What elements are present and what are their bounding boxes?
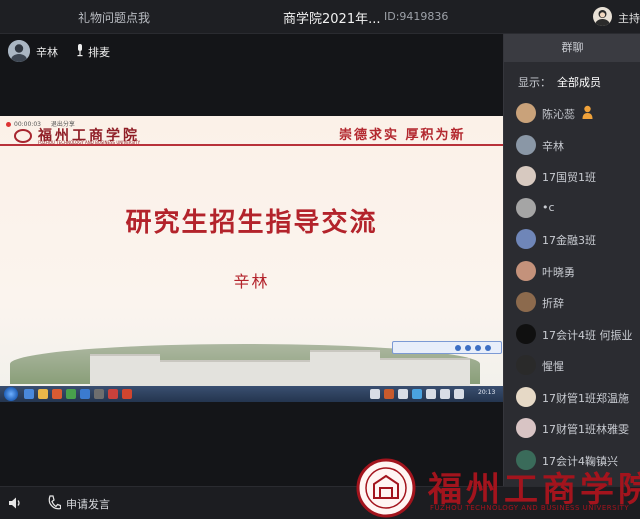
member-avatar[interactable] (516, 355, 536, 375)
meeting-title: 商学院2021年... (283, 12, 381, 27)
volume-tray-icon[interactable] (454, 389, 464, 399)
member-avatar[interactable] (516, 134, 536, 155)
member-name: 17财管1班林雅雯 (542, 423, 629, 436)
member-avatar[interactable] (516, 229, 536, 249)
notification-toolbar[interactable] (392, 341, 502, 354)
member-avatar[interactable] (516, 418, 536, 438)
app-icon[interactable] (94, 389, 104, 399)
mic-icon (77, 44, 83, 57)
top-bar: 礼物问题点我 商学院2021年... ID:9419836 主持 (0, 0, 640, 34)
apply-speak-button[interactable]: 申请发言 (66, 496, 110, 512)
shared-screen: 00:00:03 退出分享 福州工商学院 FUZHOU TECHNOLOGY A… (0, 116, 503, 402)
university-watermark: 福州工商学院 FUZHOU TECHNOLOGY AND BUSINESS UN… (356, 458, 640, 519)
member-avatar[interactable] (516, 323, 536, 344)
member-name: 惺惺 (542, 360, 564, 373)
member-item[interactable]: 叶晓勇 (516, 260, 640, 282)
slide-speaker: 辛林 (233, 272, 270, 291)
network-icon[interactable] (440, 389, 450, 399)
campus-building (310, 350, 380, 386)
member-name: 17财管1班郑温施 (542, 391, 629, 405)
slide-header-divider (0, 144, 503, 146)
record-dot-icon (6, 122, 11, 127)
member-name: 叶晓勇 (542, 265, 575, 279)
member-avatar[interactable] (516, 386, 536, 407)
toolbar-icon[interactable] (475, 345, 481, 351)
member-item[interactable]: 17金融3班 (516, 228, 640, 250)
member-item[interactable]: 辛林 (516, 134, 640, 156)
gift-help-link[interactable]: 礼物问题点我 (78, 9, 150, 26)
ie-icon[interactable] (24, 389, 34, 399)
start-icon[interactable] (4, 387, 18, 401)
member-avatar[interactable] (516, 292, 536, 312)
filter-label: 显示： (518, 76, 551, 89)
member-avatar[interactable] (516, 197, 536, 218)
member-name: 辛林 (542, 139, 564, 153)
app-icon[interactable] (80, 389, 90, 399)
member-name: 陈沁蕊 (542, 108, 575, 121)
member-name: 17会计4班 何振业 (542, 328, 633, 342)
app-icon[interactable] (52, 389, 62, 399)
member-name: 17国贸1班 (542, 171, 596, 184)
speaker-name: 辛林 (36, 46, 58, 59)
member-item[interactable]: 17国贸1班 (516, 165, 640, 187)
member-item[interactable]: 陈沁蕊 (516, 102, 640, 124)
recording-time: 00:00:03 (14, 121, 41, 128)
campus-building (90, 354, 160, 386)
app-icon[interactable] (108, 389, 118, 399)
speaker-strip: 辛林 排麦 (0, 34, 503, 68)
windows-taskbar: 20:13 (0, 386, 503, 402)
slide-motto: 崇德求实 厚积为新 (339, 128, 466, 143)
filter-value[interactable]: 全部成员 (557, 76, 601, 89)
member-filter[interactable]: 显示： 全部成员 (518, 74, 601, 90)
app-icon[interactable] (66, 389, 76, 399)
member-item[interactable]: 折辞 (516, 291, 640, 313)
toolbar-icon[interactable] (485, 345, 491, 351)
tray-icon[interactable] (426, 389, 436, 399)
member-name: 17金融3班 (542, 234, 596, 247)
taskbar-clock: 20:13 (478, 389, 496, 396)
member-item[interactable]: 惺惺 (516, 354, 640, 376)
toolbar-icon[interactable] (465, 345, 471, 351)
member-item[interactable]: 17财管1班郑温施 (516, 386, 640, 408)
campus-building (160, 360, 310, 386)
phone-icon[interactable] (47, 495, 61, 511)
university-seal-icon (14, 129, 32, 143)
volume-icon[interactable] (8, 496, 22, 510)
meeting-id: ID:9419836 (384, 10, 449, 23)
tab-group-chat[interactable]: 群聊 (504, 34, 640, 62)
member-item[interactable]: •c (516, 197, 640, 219)
member-name: •c (542, 200, 555, 214)
powerpoint-icon[interactable] (122, 389, 132, 399)
member-item[interactable]: 17财管1班林雅雯 (516, 417, 640, 439)
watermark-en: FUZHOU TECHNOLOGY AND BUSINESS UNIVERSIT… (430, 504, 630, 512)
host-avatar-icon (595, 10, 610, 26)
host-badge-icon (582, 105, 593, 119)
member-avatar[interactable] (516, 260, 536, 281)
speaker-avatar-icon (8, 40, 30, 62)
toolbar-icon[interactable] (455, 345, 461, 351)
chat-panel: 群聊 显示： 全部成员 陈沁蕊辛林 17国贸1班 •c 17金融3班 叶晓勇折辞 17会计4… (503, 34, 640, 486)
member-name: 折辞 (542, 297, 564, 310)
member-item[interactable]: 17会计4班 何振业 (516, 323, 640, 345)
tray-icon[interactable] (412, 389, 422, 399)
tray-icon[interactable] (398, 389, 408, 399)
slide-title: 研究生招生指导交流 (125, 208, 378, 238)
university-seal-logo (356, 458, 416, 518)
member-avatar[interactable] (516, 166, 536, 186)
speaker-avatar[interactable] (8, 40, 30, 62)
host-label: 主持 (618, 12, 640, 25)
queue-button[interactable]: 排麦 (88, 44, 110, 60)
campus-building (380, 358, 470, 386)
tray-icon[interactable] (384, 389, 394, 399)
member-avatar[interactable] (516, 103, 536, 123)
folder-icon[interactable] (38, 389, 48, 399)
tray-icon[interactable] (370, 389, 380, 399)
host-avatar[interactable] (593, 7, 612, 26)
